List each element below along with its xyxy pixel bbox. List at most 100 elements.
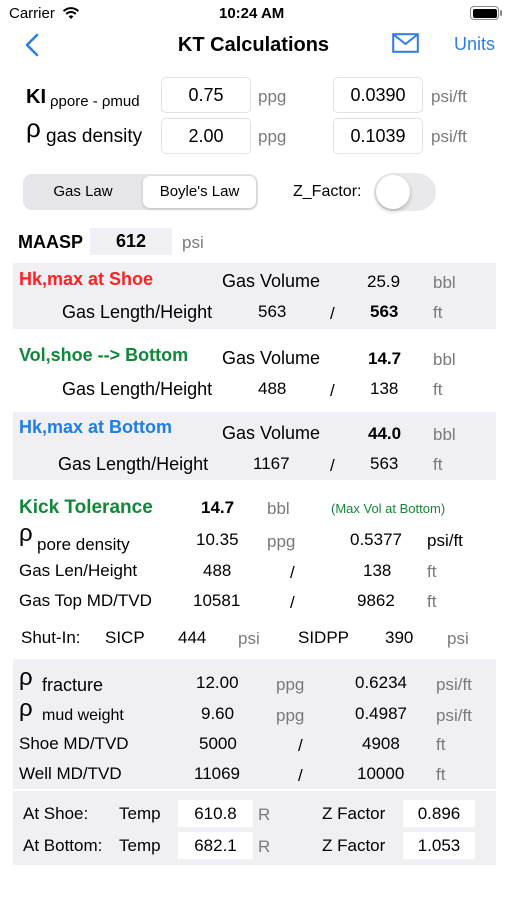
mud-weight-label: mud weight bbox=[42, 707, 124, 724]
pore-density-psift-unit: psi/ft bbox=[427, 531, 463, 550]
hk-shoe-gas-volume-label: Gas Volume bbox=[222, 271, 321, 291]
clock: 10:24 AM bbox=[219, 5, 285, 22]
well-md: 11069 bbox=[194, 764, 241, 783]
hk-bottom-gas-volume: 44.0 bbox=[368, 424, 402, 443]
shoe-temp-field[interactable]: 610.8 bbox=[178, 800, 253, 827]
maasp-value: 612 bbox=[90, 228, 172, 255]
fracture-psift: 0.6234 bbox=[355, 673, 407, 692]
hk-shoe-gas-length-label: Gas Length/Height bbox=[62, 302, 213, 322]
pore-density-psift: 0.5377 bbox=[350, 530, 402, 549]
gas-len-slash: / bbox=[290, 563, 295, 582]
vol-shoe-bottom-height-unit: ft bbox=[433, 380, 443, 399]
gas-density-psift-input[interactable]: 0.1039 bbox=[333, 118, 423, 154]
mail-icon[interactable] bbox=[392, 33, 419, 53]
pore-density-ppg-unit: ppg bbox=[267, 532, 296, 551]
fracture-rho: ρ bbox=[19, 664, 33, 691]
shoe-z-label: Z Factor bbox=[322, 804, 386, 823]
hk-bottom-gas-volume-unit: bbl bbox=[433, 425, 456, 444]
shoe-temp-unit: R bbox=[258, 805, 271, 824]
vol-shoe-bottom-gas-volume-unit: bbl bbox=[433, 350, 456, 369]
gas-len: 488 bbox=[203, 561, 232, 580]
hk-shoe-length: 563 bbox=[258, 302, 287, 321]
mud-rho: ρ bbox=[19, 695, 33, 722]
segment-boyles-law[interactable]: Boyle's Law bbox=[143, 176, 256, 208]
hk-bottom-gas-volume-label: Gas Volume bbox=[222, 423, 321, 443]
page-title: KT Calculations bbox=[177, 34, 330, 56]
shoe-md-tvd-label: Shoe MD/TVD bbox=[19, 734, 129, 753]
hk-bottom-gas-length-label: Gas Length/Height bbox=[58, 454, 209, 474]
gas-top-md: 10581 bbox=[193, 591, 241, 610]
sidpp-value: 390 bbox=[385, 628, 414, 647]
shoe-temp-label: Temp bbox=[119, 804, 161, 823]
z-factor-label: Z_Factor: bbox=[293, 183, 362, 200]
bottom-temp-unit: R bbox=[258, 837, 271, 856]
gas-top-tvd: 9862 bbox=[357, 591, 395, 610]
fracture-ppg: 12.00 bbox=[196, 673, 239, 692]
ki-ppg-unit: ppg bbox=[258, 87, 287, 106]
hk-shoe-title: Hk,max at Shoe bbox=[19, 269, 154, 289]
wifi-icon bbox=[62, 7, 80, 19]
vol-shoe-bottom-height: 138 bbox=[370, 379, 399, 398]
well-md-tvd-label: Well MD/TVD bbox=[19, 764, 122, 783]
pore-density-rho: ρ bbox=[19, 520, 33, 547]
kick-tolerance-unit: bbl bbox=[267, 499, 290, 518]
battery-cap bbox=[500, 10, 502, 16]
hk-bottom-height: 563 bbox=[370, 454, 399, 473]
sicp-value: 444 bbox=[178, 628, 207, 647]
bottom-temp-field[interactable]: 682.1 bbox=[178, 832, 253, 859]
well-tvd: 10000 bbox=[357, 764, 405, 783]
sicp-label: SICP bbox=[105, 628, 145, 647]
gas-top-unit: ft bbox=[427, 592, 437, 611]
maasp-label: MAASP bbox=[18, 232, 84, 252]
hk-bottom-slash: / bbox=[330, 456, 335, 475]
ki-sublabel: ρpore - ρmud bbox=[50, 93, 140, 110]
shoe-tvd: 4908 bbox=[362, 734, 400, 753]
bottom-temp-label: Temp bbox=[119, 836, 161, 855]
gas-density-rho: ρ bbox=[26, 113, 41, 143]
gas-top-label: Gas Top MD/TVD bbox=[19, 591, 152, 610]
gas-len-height-label: Gas Len/Height bbox=[19, 561, 138, 580]
vol-shoe-bottom-gas-length-label: Gas Length/Height bbox=[62, 379, 213, 399]
toggle-knob bbox=[376, 175, 410, 209]
well-unit: ft bbox=[436, 765, 446, 784]
pore-density-label: pore density bbox=[37, 535, 130, 554]
hk-shoe-gas-volume: 25.9 bbox=[367, 272, 401, 291]
kick-tolerance-note: (Max Vol at Bottom) bbox=[331, 501, 446, 516]
vol-shoe-bottom-length: 488 bbox=[258, 379, 287, 398]
z-factor-toggle[interactable] bbox=[374, 173, 436, 211]
fracture-label: fracture bbox=[42, 675, 104, 695]
kick-tolerance-label: Kick Tolerance bbox=[19, 497, 153, 518]
hk-shoe-gas-volume-unit: bbl bbox=[433, 273, 456, 292]
gas-top-slash: / bbox=[290, 593, 295, 612]
sicp-unit: psi bbox=[238, 629, 260, 648]
hk-shoe-slash: / bbox=[330, 304, 335, 323]
vol-shoe-bottom-slash: / bbox=[330, 381, 335, 400]
gas-density-ppg-input[interactable]: 2.00 bbox=[161, 118, 251, 154]
mud-ppg: 9.60 bbox=[201, 704, 235, 723]
vol-shoe-bottom-title: Vol,shoe --> Bottom bbox=[19, 345, 189, 365]
units-button[interactable]: Units bbox=[454, 34, 495, 55]
battery-icon bbox=[470, 6, 499, 20]
mud-psift-unit: psi/ft bbox=[436, 706, 472, 725]
hk-bottom-height-unit: ft bbox=[433, 455, 443, 474]
hk-bottom-title: Hk,max at Bottom bbox=[19, 417, 173, 437]
carrier-label: Carrier bbox=[9, 5, 55, 22]
shoe-z-field[interactable]: 0.896 bbox=[403, 800, 475, 827]
segment-gas-law[interactable]: Gas Law bbox=[25, 176, 141, 208]
fracture-psift-unit: psi/ft bbox=[436, 675, 472, 694]
hk-shoe-height: 563 bbox=[370, 302, 399, 321]
bottom-z-field[interactable]: 1.053 bbox=[403, 832, 475, 859]
gas-height: 138 bbox=[363, 561, 392, 580]
gas-height-unit: ft bbox=[427, 562, 437, 581]
shut-in-label: Shut-In: bbox=[21, 628, 81, 647]
ki-ppg-input[interactable]: 0.75 bbox=[161, 77, 251, 113]
gas-density-label: gas density bbox=[46, 126, 143, 147]
sidpp-label: SIDPP bbox=[298, 628, 350, 647]
ki-label: KI bbox=[26, 86, 46, 108]
well-slash: / bbox=[298, 766, 303, 785]
sidpp-unit: psi bbox=[447, 629, 469, 648]
gas-density-ppg-unit: ppg bbox=[258, 127, 287, 146]
shoe-md: 5000 bbox=[199, 734, 237, 753]
fracture-ppg-unit: ppg bbox=[276, 675, 305, 694]
ki-psift-input[interactable]: 0.0390 bbox=[333, 77, 423, 113]
